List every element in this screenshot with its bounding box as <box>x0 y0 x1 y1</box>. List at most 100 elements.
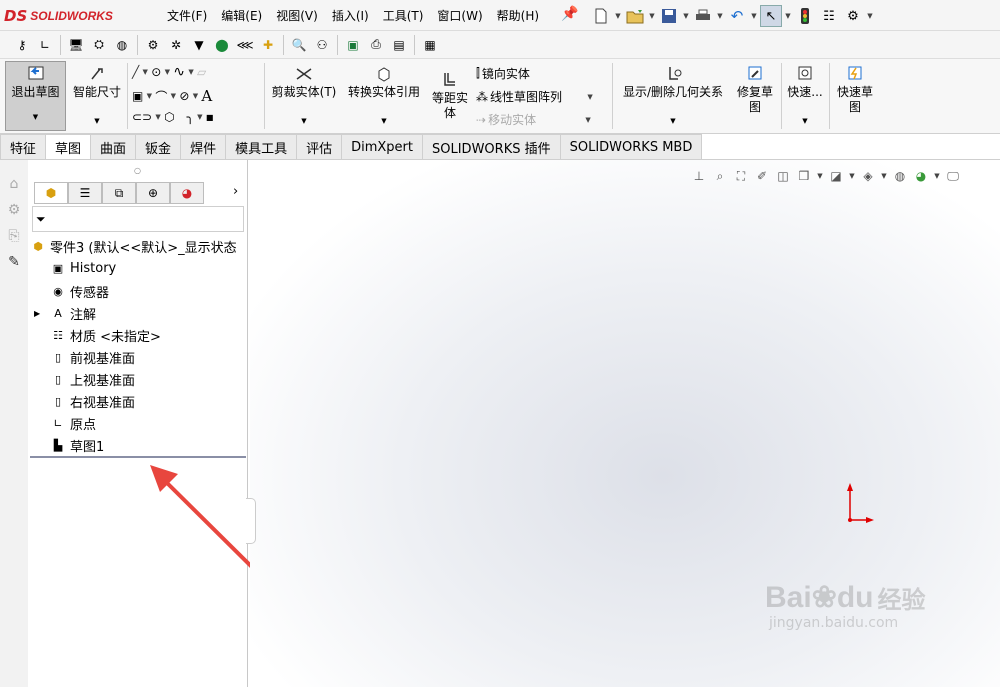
key-icon[interactable]: ⚷ <box>12 35 32 55</box>
puzzle-piece-icon[interactable]: ⚙ <box>3 202 25 224</box>
select-dropdown-icon[interactable]: ▼ <box>784 12 792 20</box>
linear-pattern-button[interactable]: ⁂ 线性草图阵列 ▼ <box>476 88 594 105</box>
pin-icon[interactable]: 📌 <box>561 6 578 22</box>
trim-dropdown-icon[interactable]: ▼ <box>268 114 340 129</box>
menu-window[interactable]: 窗口(W) <box>430 7 489 24</box>
apply-scene-icon[interactable]: ◕ <box>912 167 930 185</box>
rapid-sketch-button[interactable]: 快速草 图 <box>832 65 878 115</box>
tree-item-origin[interactable]: ∟ 原点 <box>50 414 96 433</box>
circle-dropdown-icon[interactable]: ▼ <box>163 68 171 76</box>
new-dropdown-icon[interactable]: ▼ <box>614 12 622 20</box>
globe-icon[interactable]: ◍ <box>112 35 132 55</box>
printer-icon[interactable]: ⎙ <box>366 35 386 55</box>
solidworks-logo[interactable]: DS SOLIDWORKS <box>4 3 142 28</box>
show-delete-relations-button[interactable]: 显示/删除几何关系 ▼ <box>616 65 730 129</box>
tree-item-annotations[interactable]: ▶ A 注解 <box>34 304 96 323</box>
offset-entities-button[interactable]: 等距实 体 <box>428 71 472 121</box>
monitor-icon[interactable]: 🖥 <box>66 35 86 55</box>
dimxpert-manager-tab-icon[interactable]: ⊕ <box>136 182 170 204</box>
rectangle-dropdown-icon[interactable]: ▼ <box>145 92 153 100</box>
plane-icon[interactable]: ▱ <box>197 65 206 79</box>
convert-entities-button[interactable]: 转换实体引用 ▼ <box>342 65 426 129</box>
display-style-dropdown-icon[interactable]: ▼ <box>848 172 856 180</box>
fillet-dropdown-icon[interactable]: ▼ <box>196 113 204 121</box>
ellipse-icon[interactable]: ⊘ <box>179 89 189 103</box>
chevron-right-icon[interactable]: › <box>233 184 238 199</box>
binoculars-icon[interactable]: ⚇ <box>312 35 332 55</box>
arc-icon[interactable]: ⌒ <box>155 88 167 105</box>
excel-icon[interactable]: ▣ <box>343 35 363 55</box>
exit-sketch-button[interactable]: 退出草图 ▼ <box>5 61 66 131</box>
zoom-to-fit-icon[interactable]: ⌕ <box>711 167 729 185</box>
ellipse-dropdown-icon[interactable]: ▼ <box>191 92 199 100</box>
arc-dropdown-icon[interactable]: ▼ <box>169 92 177 100</box>
smart-dimension-button[interactable]: 智能尺寸 ▼ <box>68 65 126 129</box>
tab-sketch[interactable]: 草图 <box>46 134 92 160</box>
menu-help[interactable]: 帮助(H) <box>490 7 546 24</box>
open-dropdown-icon[interactable]: ▼ <box>648 12 656 20</box>
convert-dropdown-icon[interactable]: ▼ <box>342 114 426 129</box>
zoom-area-icon[interactable]: ⛶ <box>732 167 750 185</box>
scene-dropdown-icon[interactable]: ▼ <box>933 172 941 180</box>
circle-icon[interactable]: ⊙ <box>151 65 161 79</box>
report-icon[interactable]: ▦ <box>420 35 440 55</box>
relations-dropdown-icon[interactable]: ▼ <box>616 114 730 129</box>
annotation-dropdown-icon[interactable]: ▼ <box>816 172 824 180</box>
hide-show-items-icon[interactable]: ◈ <box>859 167 877 185</box>
trim-entities-button[interactable]: 剪裁实体(T) ▼ <box>268 65 340 129</box>
move-entities-button[interactable]: ⇢ 移动实体 ▼ <box>476 111 592 128</box>
tree-item-history[interactable]: ▣ History <box>50 260 116 276</box>
quick-snaps-dropdown-icon[interactable]: ▼ <box>784 114 826 129</box>
mirror-entities-button[interactable]: ⫿ 镜向实体 <box>476 65 530 82</box>
document-icon[interactable]: ▤ <box>389 35 409 55</box>
expand-arrow-icon[interactable]: ▶ <box>34 309 46 318</box>
location-icon[interactable]: ⬤ <box>212 35 232 55</box>
previous-view-icon[interactable]: ✐ <box>753 167 771 185</box>
spring-icon[interactable]: ⋘ <box>235 35 255 55</box>
spline-icon[interactable]: ∿ <box>173 64 185 80</box>
tab-weldments[interactable]: 焊件 <box>181 134 227 160</box>
rollback-bar[interactable] <box>30 456 246 458</box>
rebuild-icon[interactable] <box>794 5 816 27</box>
file-properties-icon[interactable]: ☷ <box>818 5 840 27</box>
tab-surfaces[interactable]: 曲面 <box>91 134 137 160</box>
display-style-icon[interactable]: ◪ <box>827 167 845 185</box>
tab-features[interactable]: 特征 <box>0 134 47 160</box>
view-orientation-icon[interactable]: ⊥ <box>690 167 708 185</box>
tree-filter[interactable]: ⏷ <box>32 206 244 232</box>
view-settings-icon[interactable]: 🖵 <box>944 167 962 185</box>
undo-dropdown-icon[interactable]: ▼ <box>750 12 758 20</box>
tree-root[interactable]: ⬢ 零件3 (默认<<默认>_显示状态 <box>30 237 236 256</box>
line-dropdown-icon[interactable]: ▼ <box>141 68 149 76</box>
search-icon[interactable]: 🔍 <box>289 35 309 55</box>
rectangle-icon[interactable]: ▣ <box>132 89 143 103</box>
tab-dimxpert[interactable]: DimXpert <box>342 134 423 160</box>
gear-icon[interactable]: ⚙ <box>143 35 163 55</box>
axis-icon[interactable]: ∟ <box>35 35 55 55</box>
repair-sketch-button[interactable]: 修复草 图 <box>732 65 778 115</box>
menu-edit[interactable]: 编辑(E) <box>214 7 269 24</box>
tree-item-material[interactable]: ☷ 材质 <未指定> <box>50 326 161 345</box>
tab-evaluate[interactable]: 评估 <box>297 134 343 160</box>
tree-item-sketch1[interactable]: ▙ 草图1 <box>50 436 105 455</box>
document-lock-icon[interactable]: ⎘ <box>3 228 25 250</box>
text-icon[interactable]: A <box>201 87 212 105</box>
cog-icon[interactable]: ✲ <box>166 35 186 55</box>
slot-icon[interactable]: ⊂⊃ <box>132 110 152 124</box>
print-dropdown-icon[interactable]: ▼ <box>716 12 724 20</box>
spline-dropdown-icon[interactable]: ▼ <box>187 68 195 76</box>
tree-item-front-plane[interactable]: ▯ 前视基准面 <box>50 348 135 367</box>
open-icon[interactable] <box>624 5 646 27</box>
puzzle-icon[interactable]: ✚ <box>258 35 278 55</box>
tab-solidworks-mbd[interactable]: SOLIDWORKS MBD <box>560 134 703 160</box>
panel-grip-icon[interactable]: ○ <box>134 166 141 175</box>
camera-icon[interactable]: ⌂ <box>3 176 25 198</box>
assembly-icon[interactable]: ⛭ <box>89 35 109 55</box>
tab-mold-tools[interactable]: 模具工具 <box>226 134 298 160</box>
tree-item-right-plane[interactable]: ▯ 右视基准面 <box>50 392 135 411</box>
tab-solidworks-addins[interactable]: SOLIDWORKS 插件 <box>423 134 561 160</box>
hide-show-dropdown-icon[interactable]: ▼ <box>880 172 888 180</box>
edit-appearance-icon[interactable]: ◍ <box>891 167 909 185</box>
linear-pattern-dropdown-icon[interactable]: ▼ <box>586 93 594 101</box>
print-icon[interactable] <box>692 5 714 27</box>
